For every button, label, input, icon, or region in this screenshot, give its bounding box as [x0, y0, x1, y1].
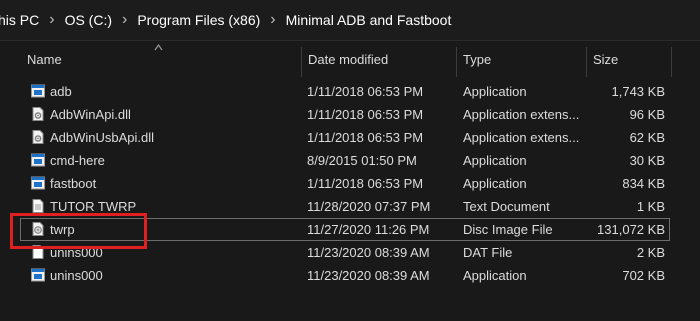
- file-size: 96 KB: [629, 107, 665, 122]
- chevron-right-icon[interactable]: ›: [264, 11, 281, 29]
- file-type: Application: [463, 84, 527, 99]
- column-divider[interactable]: [586, 47, 587, 77]
- file-size: 1 KB: [636, 199, 665, 214]
- file-size: 131,072 KB: [597, 222, 665, 237]
- file-date: 8/9/2015 01:50 PM: [307, 153, 417, 168]
- chevron-right-icon[interactable]: ›: [43, 11, 60, 29]
- chevron-right-icon[interactable]: ›: [116, 11, 133, 29]
- file-row-fastboot[interactable]: fastboot 1/11/2018 06:53 PM Application …: [20, 172, 670, 195]
- column-divider[interactable]: [456, 47, 457, 77]
- file-date: 1/11/2018 06:53 PM: [307, 176, 424, 191]
- file-size: 834 KB: [622, 176, 665, 191]
- file-type: Application: [463, 268, 527, 283]
- file-size: 30 KB: [629, 153, 665, 168]
- file-name: cmd-here: [50, 153, 105, 168]
- breadcrumb-item-this-pc[interactable]: his PC: [0, 12, 43, 28]
- file-name: unins000: [50, 268, 103, 283]
- breadcrumb-item-os-c[interactable]: OS (C:): [61, 12, 116, 28]
- column-header-date-modified[interactable]: Date modified: [308, 41, 388, 77]
- file-type: Application: [463, 176, 527, 191]
- file-name: adb: [50, 84, 72, 99]
- file-type: Application: [463, 153, 527, 168]
- file-type: Disc Image File: [463, 222, 553, 237]
- annotation-highlight-box: [10, 213, 147, 249]
- file-size: 2 KB: [636, 245, 665, 260]
- dll-icon: [32, 130, 44, 144]
- file-date: 11/27/2020 11:26 PM: [307, 222, 430, 237]
- dll-icon: [32, 107, 44, 121]
- file-date: 11/28/2020 07:37 PM: [307, 199, 431, 214]
- breadcrumb-item-program-files[interactable]: Program Files (x86): [133, 12, 264, 28]
- file-date: 11/23/2020 08:39 AM: [307, 268, 430, 283]
- column-divider[interactable]: [301, 47, 302, 77]
- file-name: AdbWinApi.dll: [50, 107, 131, 122]
- column-header-name[interactable]: Name: [27, 41, 62, 77]
- file-row-adbwinusbapi[interactable]: AdbWinUsbApi.dll 1/11/2018 06:53 PM Appl…: [20, 126, 670, 149]
- column-header-size[interactable]: Size: [593, 41, 618, 77]
- breadcrumb: his PC › OS (C:) › Program Files (x86) ›…: [0, 0, 700, 41]
- application-icon: [31, 176, 45, 190]
- application-icon: [31, 153, 45, 167]
- file-type: Text Document: [463, 199, 550, 214]
- column-divider[interactable]: [671, 47, 672, 77]
- file-type: Application extens...: [463, 130, 580, 145]
- file-row-unins000-exe[interactable]: unins000 11/23/2020 08:39 AM Application…: [20, 264, 670, 287]
- application-icon: [31, 268, 45, 282]
- file-date: 1/11/2018 06:53 PM: [307, 107, 424, 122]
- sort-ascending-icon: [154, 43, 163, 51]
- breadcrumb-item-minimal-adb[interactable]: Minimal ADB and Fastboot: [282, 12, 456, 28]
- file-row-adb[interactable]: adb 1/11/2018 06:53 PM Application 1,743…: [20, 80, 670, 103]
- file-type: DAT File: [463, 245, 513, 260]
- text-document-icon: [32, 199, 44, 213]
- file-row-adbwinapi[interactable]: AdbWinApi.dll 1/11/2018 06:53 PM Applica…: [20, 103, 670, 126]
- file-date: 1/11/2018 06:53 PM: [307, 84, 424, 99]
- column-header-type[interactable]: Type: [463, 41, 491, 77]
- application-icon: [31, 84, 45, 98]
- file-date: 11/23/2020 08:39 AM: [307, 245, 430, 260]
- file-size: 62 KB: [629, 130, 665, 145]
- file-size: 702 KB: [622, 268, 665, 283]
- file-name: AdbWinUsbApi.dll: [50, 130, 155, 145]
- file-size: 1,743 KB: [611, 84, 666, 99]
- file-date: 1/11/2018 06:53 PM: [307, 130, 424, 145]
- file-name: fastboot: [50, 176, 97, 191]
- file-row-cmd-here[interactable]: cmd-here 8/9/2015 01:50 PM Application 3…: [20, 149, 670, 172]
- column-headers: Name Date modified Type Size: [0, 41, 700, 77]
- file-type: Application extens...: [463, 107, 580, 122]
